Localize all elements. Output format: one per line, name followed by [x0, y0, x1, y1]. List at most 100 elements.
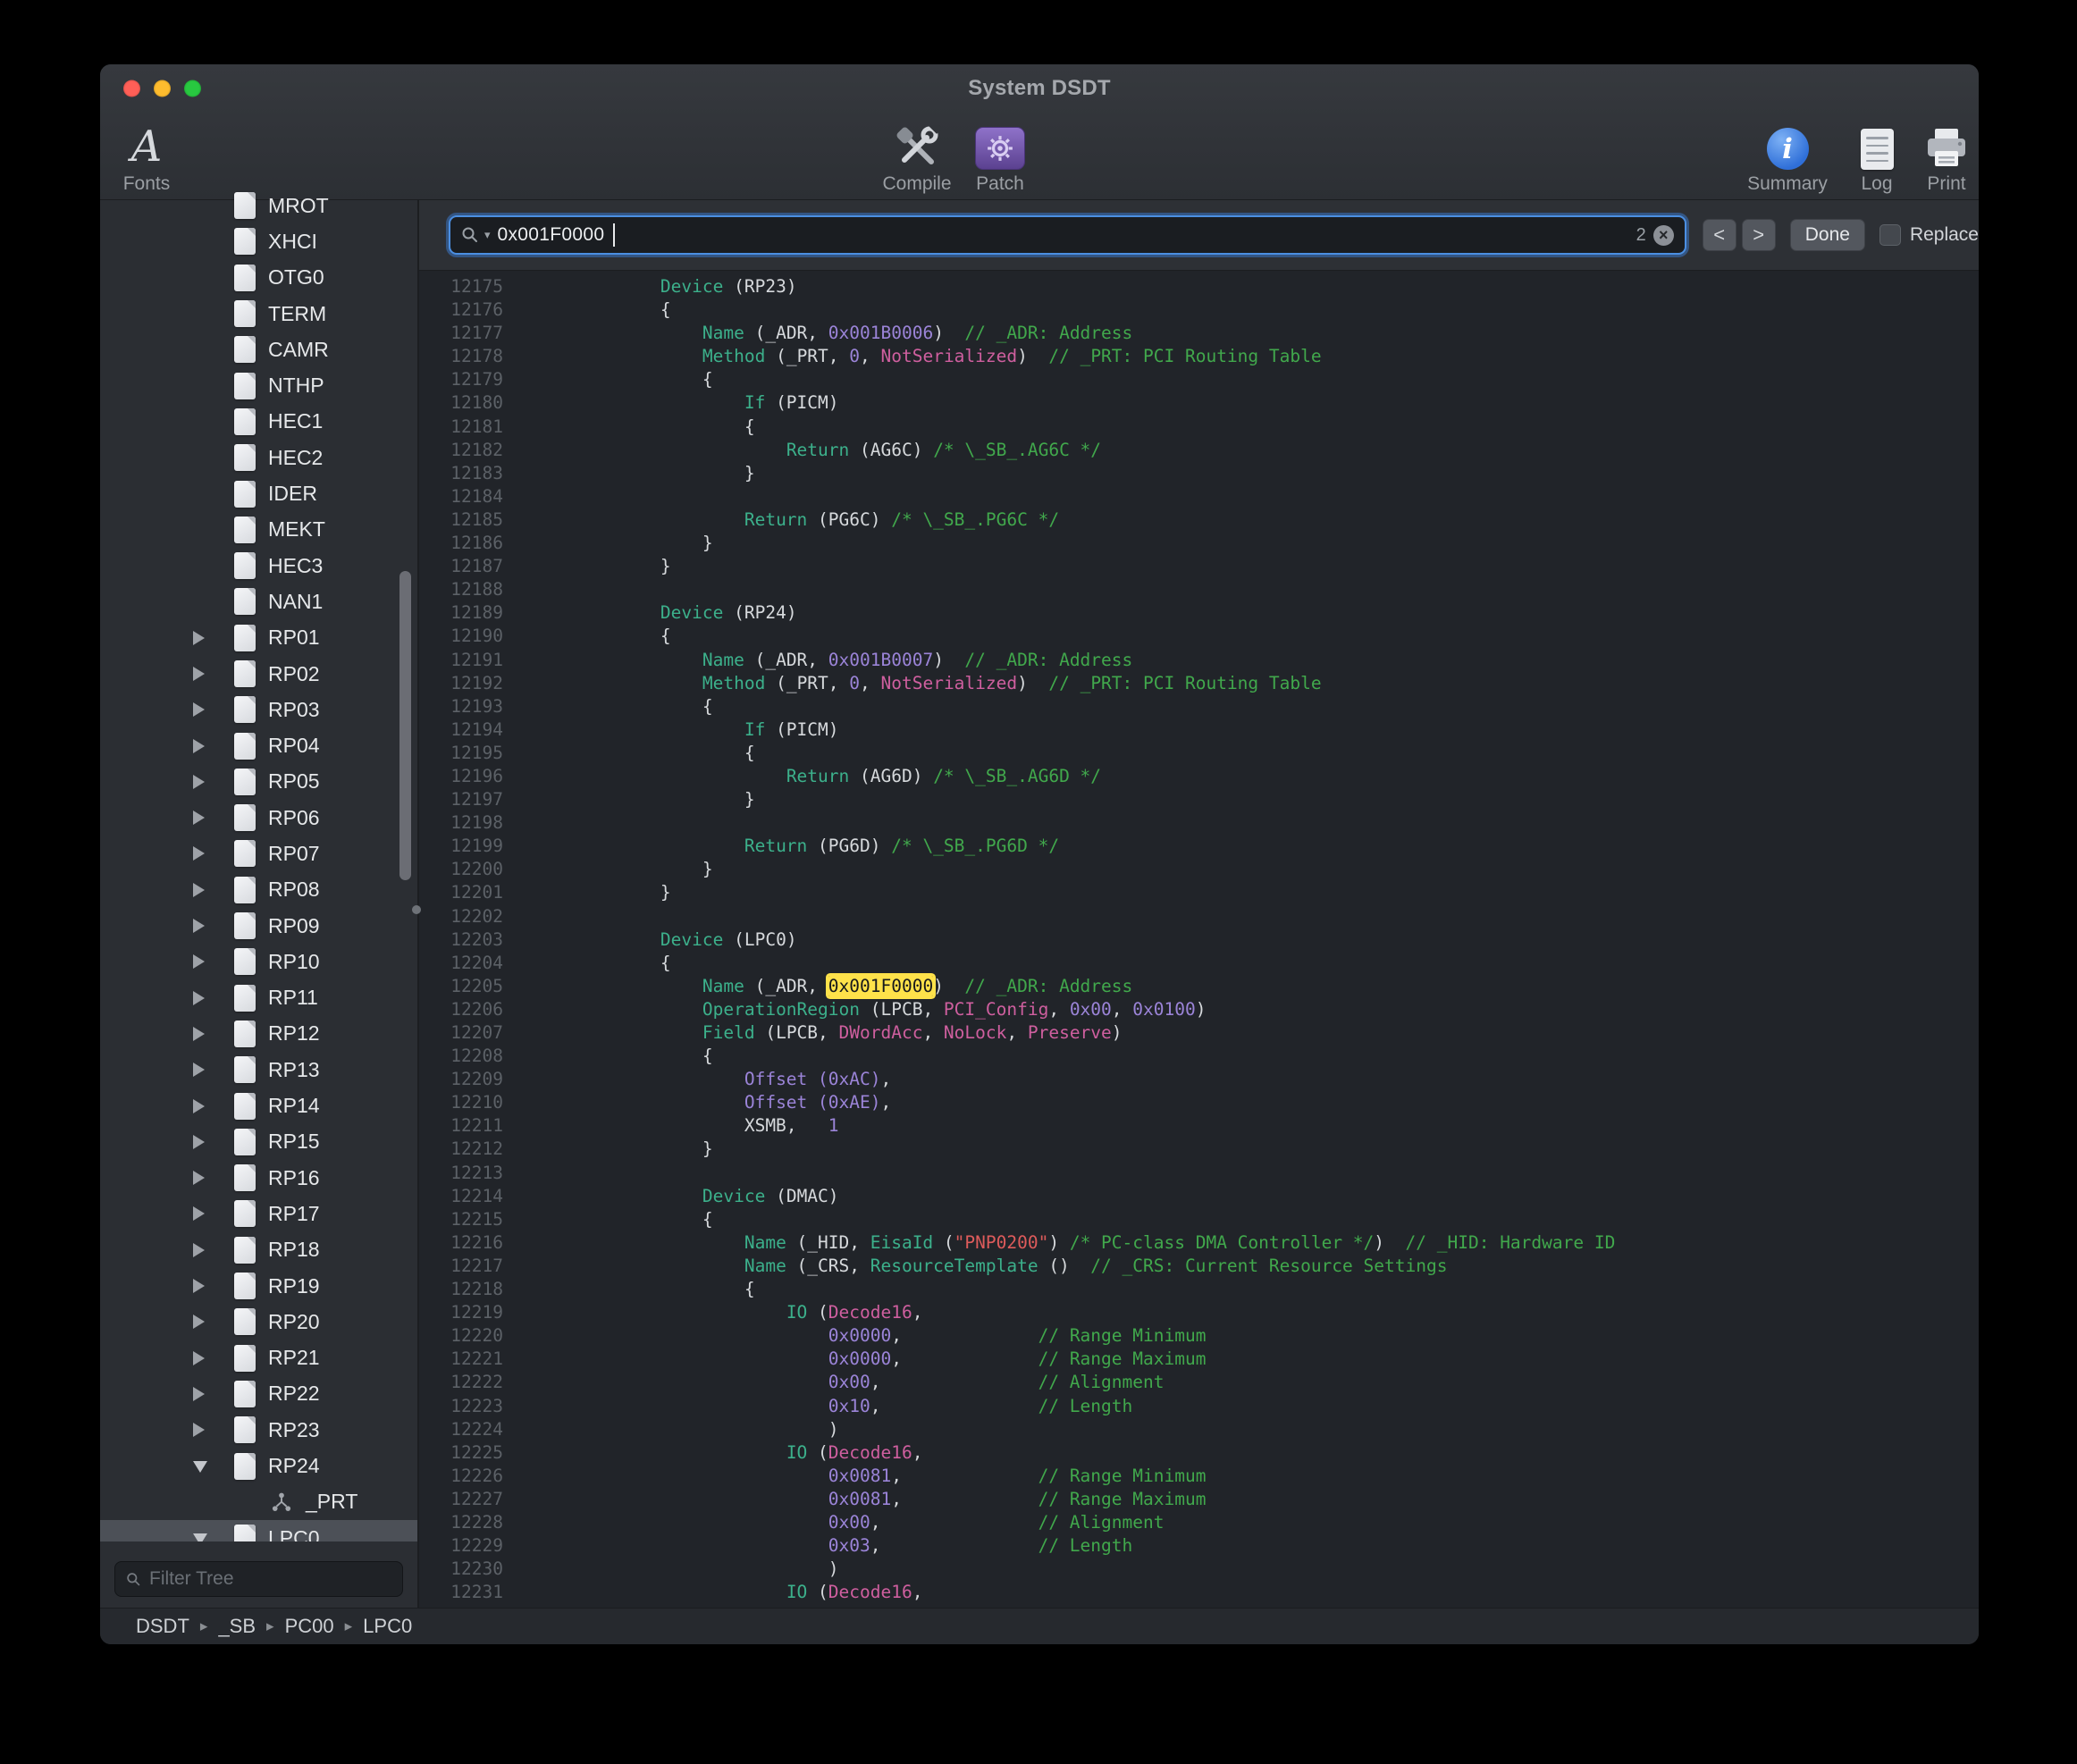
tree-item-hec2[interactable]: HEC2 [100, 440, 417, 475]
disclosure-collapsed-icon[interactable] [193, 1171, 205, 1185]
disclosure-collapsed-icon[interactable] [193, 954, 205, 969]
code-token [576, 1348, 828, 1369]
tree-item-nthp[interactable]: NTHP [100, 367, 417, 403]
code-line-text: { [519, 695, 713, 718]
disclosure-collapsed-icon[interactable] [193, 991, 205, 1005]
disclosure-collapsed-icon[interactable] [193, 1027, 205, 1041]
disclosure-collapsed-icon[interactable] [193, 1423, 205, 1437]
tree-item-rp07[interactable]: RP07 [100, 836, 417, 871]
fonts-button[interactable]: A Fonts [100, 118, 214, 195]
replace-checkbox[interactable] [1879, 224, 1901, 246]
tree-item-hec1[interactable]: HEC1 [100, 404, 417, 440]
tree-item-_prt[interactable]: _PRT [100, 1484, 417, 1520]
done-button[interactable]: Done [1790, 219, 1865, 251]
tree-item-rp01[interactable]: RP01 [100, 620, 417, 656]
code-line: 12228 0x00, // Alignment [419, 1511, 1979, 1534]
tree-item-ider[interactable]: IDER [100, 475, 417, 511]
disclosure-collapsed-icon[interactable] [193, 1135, 205, 1149]
code-token [576, 836, 744, 856]
tree-item-rp09[interactable]: RP09 [100, 908, 417, 944]
tree-item-rp21[interactable]: RP21 [100, 1340, 417, 1376]
tree-item-xhci[interactable]: XHCI [100, 223, 417, 259]
disclosure-collapsed-icon[interactable] [193, 667, 205, 681]
tree-item-rp16[interactable]: RP16 [100, 1160, 417, 1196]
search-input[interactable]: ▾ 0x001F0000 2 × [449, 215, 1686, 255]
code-token: (PICM) [765, 392, 838, 413]
find-next-button[interactable]: > [1742, 219, 1776, 251]
breadcrumb-separator-icon: ▸ [345, 1617, 353, 1635]
code-token: (DMAC) [765, 1186, 838, 1206]
disclosure-collapsed-icon[interactable] [193, 1063, 205, 1077]
print-button[interactable]: Print [1879, 118, 1979, 195]
sidebar-scrollbar[interactable] [399, 571, 411, 880]
tree-item-rp15[interactable]: RP15 [100, 1124, 417, 1160]
disclosure-collapsed-icon[interactable] [193, 702, 205, 717]
breadcrumb-item[interactable]: DSDT [136, 1615, 189, 1638]
disclosure-collapsed-icon[interactable] [193, 631, 205, 645]
tree-item-mekt[interactable]: MEKT [100, 512, 417, 548]
minimize-button[interactable] [154, 80, 171, 97]
disclosure-collapsed-icon[interactable] [193, 1315, 205, 1329]
chevron-down-icon[interactable]: ▾ [484, 228, 491, 242]
disclosure-collapsed-icon[interactable] [193, 1206, 205, 1221]
disclosure-collapsed-icon[interactable] [193, 775, 205, 789]
tree-item-rp05[interactable]: RP05 [100, 764, 417, 800]
tree-item-rp04[interactable]: RP04 [100, 727, 417, 763]
disclosure-collapsed-icon[interactable] [193, 1279, 205, 1293]
disclosure-expanded-icon[interactable] [193, 1533, 207, 1541]
filter-tree-input[interactable]: Filter Tree [114, 1561, 403, 1597]
tree-item-rp22[interactable]: RP22 [100, 1376, 417, 1412]
tree-item-rp18[interactable]: RP18 [100, 1232, 417, 1268]
close-button[interactable] [123, 80, 140, 97]
code-editor[interactable]: 12175 Device (RP23)12176 {12177 Name (_A… [419, 271, 1979, 1608]
tree-item-rp08[interactable]: RP08 [100, 872, 417, 908]
tree-item-camr[interactable]: CAMR [100, 332, 417, 367]
tree-item-rp20[interactable]: RP20 [100, 1304, 417, 1340]
tree-item-rp02[interactable]: RP02 [100, 656, 417, 692]
patch-button[interactable]: Patch [933, 118, 1067, 195]
titlebar[interactable]: System DSDT [100, 64, 1979, 113]
disclosure-collapsed-icon[interactable] [193, 1351, 205, 1365]
code-token: ) [933, 323, 964, 343]
tree-item-rp19[interactable]: RP19 [100, 1268, 417, 1304]
breadcrumb-item[interactable]: _SB [218, 1615, 256, 1638]
disclosure-collapsed-icon[interactable] [193, 811, 205, 825]
disclosure-collapsed-icon[interactable] [193, 739, 205, 753]
disclosure-expanded-icon[interactable] [193, 1461, 207, 1473]
tree-item-otg0[interactable]: OTG0 [100, 260, 417, 296]
tree-item-term[interactable]: TERM [100, 296, 417, 332]
tree-item-nan1[interactable]: NAN1 [100, 584, 417, 619]
code-token: "PNP0200" [954, 1232, 1049, 1253]
code-token: ( [807, 1582, 828, 1602]
find-previous-button[interactable]: < [1703, 219, 1736, 251]
tree-item-rp24[interactable]: RP24 [100, 1448, 417, 1483]
tree-item-rp12[interactable]: RP12 [100, 1016, 417, 1052]
tree-item-rp10[interactable]: RP10 [100, 944, 417, 979]
tree-item-rp14[interactable]: RP14 [100, 1088, 417, 1123]
tree-item-rp13[interactable]: RP13 [100, 1052, 417, 1088]
tree-item-lpc0[interactable]: LPC0 [100, 1520, 417, 1541]
tree-item-rp11[interactable]: RP11 [100, 980, 417, 1016]
fonts-icon: A [131, 123, 163, 170]
code-line-text: Return (PG6D) /* \_SB_.PG6D */ [519, 835, 1059, 858]
tree-item-rp17[interactable]: RP17 [100, 1196, 417, 1231]
disclosure-collapsed-icon[interactable] [193, 1099, 205, 1113]
disclosure-collapsed-icon[interactable] [193, 846, 205, 861]
document-icon [234, 985, 256, 1012]
tree-item-mrot[interactable]: MROT [100, 188, 417, 223]
disclosure-collapsed-icon[interactable] [193, 919, 205, 933]
code-token: 0x0000 [828, 1348, 891, 1369]
disclosure-collapsed-icon[interactable] [193, 883, 205, 897]
tree-item-rp06[interactable]: RP06 [100, 800, 417, 836]
disclosure-collapsed-icon[interactable] [193, 1243, 205, 1257]
breadcrumb-item[interactable]: PC00 [285, 1615, 334, 1638]
tree-item-rp23[interactable]: RP23 [100, 1412, 417, 1448]
tree-item-label: RP22 [268, 1382, 320, 1406]
splitter-handle[interactable] [412, 905, 421, 914]
tree-item-hec3[interactable]: HEC3 [100, 548, 417, 584]
tree-item-rp03[interactable]: RP03 [100, 692, 417, 727]
zoom-button[interactable] [184, 80, 201, 97]
clear-search-button[interactable]: × [1653, 225, 1674, 246]
disclosure-collapsed-icon[interactable] [193, 1387, 205, 1401]
breadcrumb-item[interactable]: LPC0 [363, 1615, 412, 1638]
